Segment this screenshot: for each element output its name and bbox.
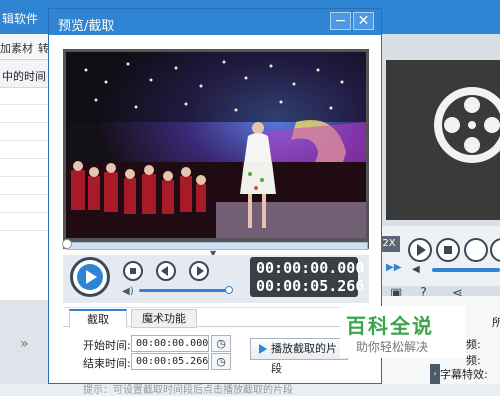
play-icon <box>417 244 426 256</box>
list-divider <box>0 194 50 195</box>
list-divider <box>0 158 50 159</box>
play-icon <box>86 270 97 284</box>
set-end-time-clock-icon[interactable]: ◷ <box>211 353 231 370</box>
fast-forward-icon[interactable]: ▶▶ <box>386 262 401 273</box>
concert-scene-image <box>66 52 366 238</box>
right-prev-button[interactable] <box>464 238 488 262</box>
step-forward-icon <box>197 266 204 276</box>
start-time-input[interactable]: 00:00:00.000 <box>131 335 209 352</box>
right-stop-button[interactable] <box>436 238 460 262</box>
right-volume-slider[interactable] <box>432 268 500 272</box>
playback-progress-bar[interactable] <box>66 242 368 250</box>
expand-arrow-icon[interactable]: › <box>430 364 440 384</box>
dialog-title: 预览/截取 <box>58 19 115 34</box>
start-time-label: 开始时间: <box>83 339 131 352</box>
stop-icon <box>444 246 452 254</box>
end-time-input[interactable]: 00:00:05.266 <box>131 353 209 370</box>
play-button-face <box>77 264 103 290</box>
right-panel-tab[interactable]: 所 <box>492 314 500 330</box>
app-title: 辑软件 <box>2 12 39 26</box>
watermark-subtitle: 助你轻松解决 <box>356 340 429 354</box>
list-divider <box>0 230 50 231</box>
current-time: 00:00:00.000 <box>256 259 365 277</box>
preview-trim-dialog: 预览/截取 − ✕ ▼ ◀) 00:00:00.000 00:00:05.266… <box>48 8 382 396</box>
list-divider <box>0 140 50 141</box>
play-button[interactable] <box>70 257 110 297</box>
media-list <box>0 60 50 300</box>
video-preview[interactable] <box>66 52 366 238</box>
list-header: 中的时间 <box>0 60 50 88</box>
list-divider <box>0 104 50 105</box>
double-chevron-right-icon[interactable]: » <box>20 336 29 352</box>
divider <box>63 307 369 308</box>
close-button[interactable]: ✕ <box>353 12 374 30</box>
volume-slider[interactable] <box>139 289 229 292</box>
next-frame-button[interactable] <box>189 261 209 281</box>
play-icon <box>259 344 267 354</box>
volume-slider-knob[interactable] <box>225 286 233 294</box>
volume-icon[interactable]: ◀ <box>412 264 420 275</box>
property-label: 字幕特效: <box>440 368 488 381</box>
hint-text: 提示：可设置截取时间段后点击播放截取的片段 <box>83 385 293 396</box>
step-back-icon <box>161 266 168 276</box>
set-start-time-clock-icon[interactable]: ◷ <box>211 335 231 352</box>
property-label: 频: <box>466 338 481 351</box>
end-time-label: 结束时间: <box>83 357 131 370</box>
list-divider <box>0 176 50 177</box>
play-trimmed-clip-label: 播放截取的片段 <box>271 342 337 375</box>
tab-trim[interactable]: 截取 <box>69 309 127 328</box>
previous-frame-button[interactable] <box>156 261 176 281</box>
play-trimmed-clip-button[interactable]: 播放截取的片段 <box>250 338 348 375</box>
total-time: 00:00:05.266 <box>256 277 365 295</box>
dialog-titlebar: 预览/截取 − ✕ <box>49 9 381 35</box>
right-play-button[interactable] <box>408 238 432 262</box>
minimize-button[interactable]: − <box>330 12 351 30</box>
list-header-label: 中的时间 <box>2 70 46 83</box>
stop-icon <box>130 268 136 274</box>
time-display: 00:00:00.000 00:00:05.266 <box>250 257 364 297</box>
list-divider <box>0 212 50 213</box>
watermark-title: 百科全说 <box>346 314 434 338</box>
volume-icon[interactable]: ◀) <box>122 286 134 297</box>
tab-magic-functions[interactable]: 魔术功能 <box>131 309 197 328</box>
progress-knob[interactable] <box>62 239 72 249</box>
watermark-logo: 百科全说 助你轻松解决 <box>340 306 466 358</box>
stop-button[interactable] <box>123 261 143 281</box>
list-divider <box>0 122 50 123</box>
tab-add-media[interactable]: 加素材 <box>0 40 33 56</box>
film-reel-icon <box>434 87 500 163</box>
